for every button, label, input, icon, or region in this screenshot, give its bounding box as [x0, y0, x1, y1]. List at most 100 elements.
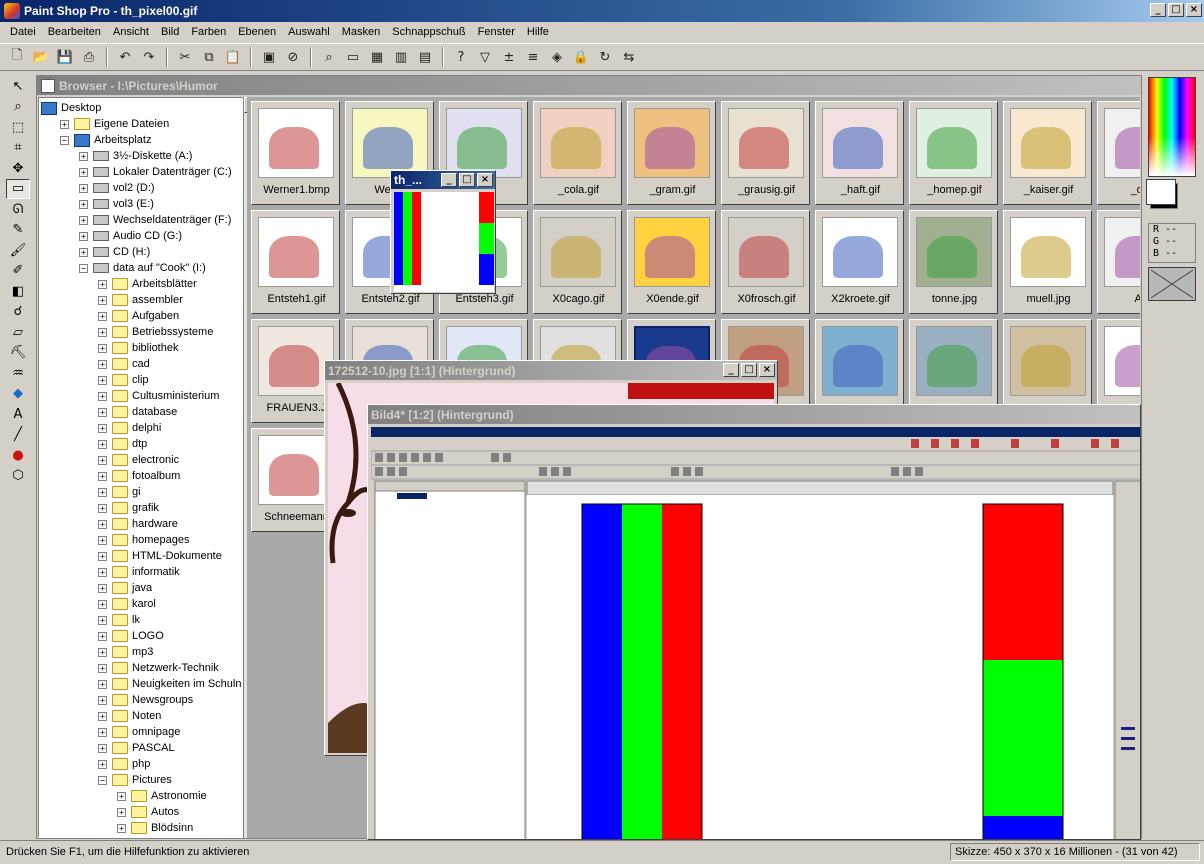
thumbnail[interactable]: _haft.gif: [815, 101, 904, 205]
thumbnail[interactable]: X0ende.gif: [627, 210, 716, 314]
thumbnail[interactable]: Entsteh1.gif: [251, 210, 340, 314]
tree-item[interactable]: + Netzwerk-Technik: [98, 660, 219, 676]
thumbnail[interactable]: X0frosch.gif: [721, 210, 810, 314]
expand-icon[interactable]: +: [117, 807, 126, 817]
save-icon[interactable]: 💾: [54, 46, 76, 68]
expand-icon[interactable]: +: [98, 455, 107, 465]
folder-tree[interactable]: Desktop + Eigene Dateien − Arbeitsplatz +3½-D…: [38, 97, 243, 838]
tree-item[interactable]: + gi: [98, 484, 141, 500]
tool-zoom-icon[interactable]: ⌕: [6, 97, 30, 118]
zoom-icon[interactable]: ⌕: [318, 46, 340, 68]
tool-crop-icon[interactable]: ⌗: [6, 138, 30, 159]
tree-item[interactable]: + assembler: [98, 292, 183, 308]
tree-item[interactable]: + Neuigkeiten im Schulne: [98, 676, 242, 692]
expand-icon[interactable]: +: [98, 327, 107, 337]
layers-icon[interactable]: ▤: [414, 46, 436, 68]
tree-item[interactable]: + clip: [98, 372, 149, 388]
expand-icon[interactable]: +: [98, 343, 107, 353]
pixel-canvas[interactable]: [394, 192, 494, 292]
expand-icon[interactable]: +: [117, 791, 126, 801]
maximize-button[interactable]: □: [1168, 3, 1184, 17]
pixel-window-minimize-button[interactable]: _: [441, 173, 457, 187]
tree-item[interactable]: − Pictures: [98, 772, 172, 788]
histogram-icon[interactable]: ▥: [390, 46, 412, 68]
expand-icon[interactable]: +: [79, 247, 88, 257]
expand-icon[interactable]: +: [98, 295, 107, 305]
bild4-canvas[interactable]: [371, 427, 1140, 839]
pixel-window[interactable]: th_... _ □ ×: [390, 170, 496, 294]
expand-icon[interactable]: +: [98, 423, 107, 433]
tool-retouch-icon[interactable]: ☌: [6, 302, 30, 323]
expand-icon[interactable]: +: [98, 567, 107, 577]
tree-item[interactable]: + Wechseldatenträger (F:): [79, 212, 231, 228]
app-icon[interactable]: [4, 3, 20, 19]
plus-minus-icon[interactable]: ±: [498, 46, 520, 68]
tree-item[interactable]: + database: [98, 404, 177, 420]
undo-icon[interactable]: ↶: [114, 46, 136, 68]
tool-arrow-icon[interactable]: ↖: [6, 76, 30, 97]
tool-deform-icon[interactable]: ⬚: [6, 117, 30, 138]
open-folder-icon[interactable]: 📂: [30, 46, 52, 68]
tree-item[interactable]: + Audio CD (G:): [79, 228, 182, 244]
win172-close-button[interactable]: ×: [759, 363, 775, 377]
expand-icon[interactable]: +: [98, 759, 107, 769]
tree-item[interactable]: + Autos: [117, 804, 179, 820]
tool-line-icon[interactable]: ╱: [6, 425, 30, 446]
collapse-icon[interactable]: −: [98, 775, 107, 785]
expand-icon[interactable]: +: [98, 615, 107, 625]
overview-icon[interactable]: ▭: [342, 46, 364, 68]
arrange-icon[interactable]: ⇆: [618, 46, 640, 68]
menu-ebenen[interactable]: Ebenen: [232, 26, 282, 38]
tree-item[interactable]: + karol: [98, 596, 156, 612]
thumbnail[interactable]: _kaiser.gif: [1003, 101, 1092, 205]
tree-item[interactable]: + delphi: [98, 420, 161, 436]
expand-icon[interactable]: +: [98, 439, 107, 449]
expand-icon[interactable]: +: [98, 679, 107, 689]
transparent-swatch[interactable]: [1148, 267, 1196, 301]
tree-item[interactable]: + mp3: [98, 644, 153, 660]
app-titlebar[interactable]: Paint Shop Pro - th_pixel00.gif _ □ ×: [0, 0, 1204, 22]
thumbnail[interactable]: _grausig.gif: [721, 101, 810, 205]
tree-item[interactable]: + vol3 (E:): [79, 196, 154, 212]
menu-fenster[interactable]: Fenster: [472, 26, 521, 38]
expand-icon[interactable]: +: [98, 519, 107, 529]
tree-item[interactable]: + hardware: [98, 516, 178, 532]
expand-icon[interactable]: +: [98, 359, 107, 369]
close-button[interactable]: ×: [1186, 3, 1202, 17]
tree-item[interactable]: + php: [98, 756, 150, 772]
tool-vector-icon[interactable]: ⬡: [6, 466, 30, 487]
tool-move-icon[interactable]: ✥: [6, 158, 30, 179]
levels-icon[interactable]: ≡: [522, 46, 544, 68]
tree-item[interactable]: + Aufgaben: [98, 308, 179, 324]
expand-icon[interactable]: +: [98, 583, 107, 593]
expand-icon[interactable]: +: [98, 647, 107, 657]
tree-item[interactable]: + vol2 (D:): [79, 180, 155, 196]
tree-item[interactable]: +3½-Diskette (A:): [79, 148, 192, 164]
tool-clone-icon[interactable]: ✐: [6, 261, 30, 282]
filter-icon[interactable]: ▽: [474, 46, 496, 68]
collapse-icon[interactable]: −: [79, 263, 88, 273]
menu-schnappschu-[interactable]: Schnappschuß: [386, 26, 471, 38]
tree-item[interactable]: + Astronomie: [117, 788, 207, 804]
expand-icon[interactable]: +: [98, 487, 107, 497]
expand-icon[interactable]: +: [79, 199, 88, 209]
tree-item[interactable]: + informatik: [98, 564, 180, 580]
menu-ansicht[interactable]: Ansicht: [107, 26, 155, 38]
expand-icon[interactable]: +: [98, 695, 107, 705]
thumbnail[interactable]: _homep.gif: [909, 101, 998, 205]
tree-item[interactable]: + java: [98, 580, 152, 596]
thumbnail[interactable]: X0cago.gif: [533, 210, 622, 314]
colors-icon[interactable]: ◈: [546, 46, 568, 68]
tree-item[interactable]: + Blödsinn: [117, 820, 193, 836]
tree-item[interactable]: + cad: [98, 356, 150, 372]
bild4-titlebar[interactable]: Bild4* [1:2] (Hintergrund): [368, 405, 1140, 424]
expand-icon[interactable]: +: [98, 535, 107, 545]
tree-item[interactable]: + Noten: [98, 708, 161, 724]
win172-minimize-button[interactable]: _: [723, 363, 739, 377]
tree-item[interactable]: + Newsgroups: [98, 692, 193, 708]
expand-icon[interactable]: +: [98, 503, 107, 513]
tree-item[interactable]: + Eigene Dateien: [60, 116, 169, 132]
tree-item[interactable]: + Arbeitsblätter: [98, 276, 197, 292]
thumbnail[interactable]: _cola.gif: [533, 101, 622, 205]
tree-item[interactable]: + homepages: [98, 532, 190, 548]
